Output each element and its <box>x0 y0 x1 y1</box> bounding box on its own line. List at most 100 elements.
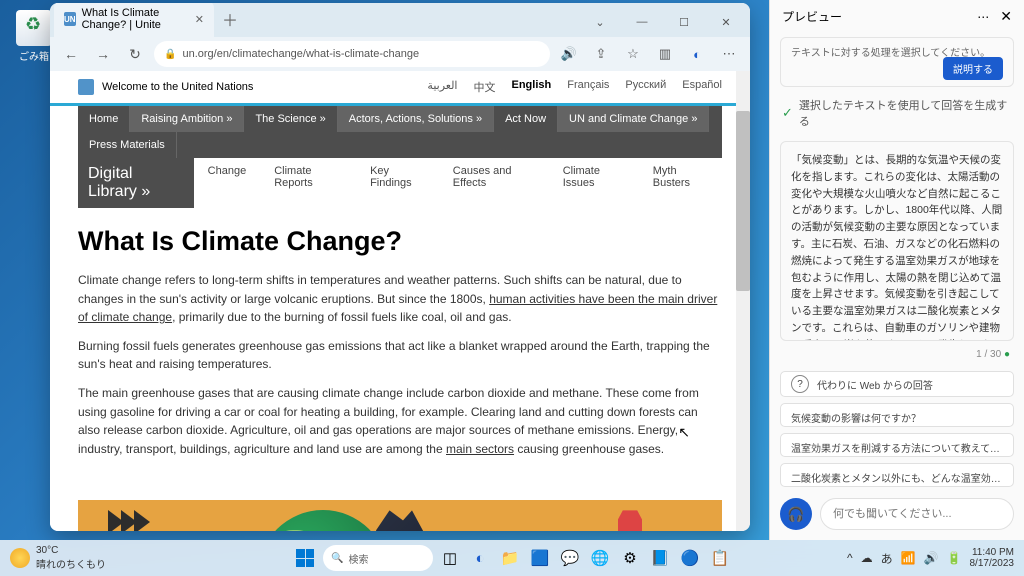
globe-icon <box>258 510 388 531</box>
nav-digital-library[interactable]: Digital Library » <box>78 158 194 208</box>
question-icon: ? <box>791 375 809 393</box>
window-close-button[interactable]: ✕ <box>706 7 746 37</box>
nav-refresh-button[interactable]: ↻ <box>122 41 148 67</box>
language-list: العربية 中文 English Français Русский Espa… <box>427 79 722 95</box>
suggest-3[interactable]: 二酸化炭素とメタン以外にも、どんな温室効果... <box>780 463 1014 487</box>
onedrive-icon[interactable]: ☁ <box>861 551 873 565</box>
browser-tab[interactable]: UN What Is Climate Change? | Unite ✕ <box>54 3 214 37</box>
copilot-panel: プレビュー ⋯ ✕ テキストに対する処理を選択してください。 説明する ✓ 選択… <box>769 0 1024 540</box>
copilot-more-icon[interactable]: ⋯ <box>977 10 990 24</box>
suggest-web[interactable]: ? 代わりに Web からの回答 <box>780 371 1014 397</box>
window-dropdown-icon[interactable]: ⌄ <box>580 7 620 37</box>
nav-raising[interactable]: Raising Ambition » <box>130 106 244 132</box>
lang-ar[interactable]: العربية <box>427 79 457 95</box>
recycle-bin-label: ごみ箱 <box>16 48 52 63</box>
nav-causes[interactable]: Causes and Effects <box>439 158 549 208</box>
collections-icon[interactable]: ▥ <box>652 41 678 67</box>
copilot-checkbox-row[interactable]: ✓ 選択したテキストを使用して回答を生成する <box>782 97 1012 129</box>
taskbar-search[interactable]: 🔍検索 <box>323 545 433 571</box>
nav-reports[interactable]: Climate Reports <box>260 158 356 208</box>
cursor-icon: ↖ <box>678 424 690 441</box>
nav-myth[interactable]: Myth Busters <box>639 158 722 208</box>
favorite-icon[interactable]: ☆ <box>620 41 646 67</box>
suggest-2[interactable]: 温室効果ガスを削減する方法について教えてく... <box>780 433 1014 457</box>
notice-text: テキストに対する処理を選択してください。 <box>791 48 990 59</box>
secondary-nav: Digital Library » Change Climate Reports… <box>78 158 722 208</box>
nav-back-button[interactable]: ← <box>58 41 84 67</box>
recycle-bin-icon <box>16 10 52 46</box>
gas-pump-icon <box>618 510 642 531</box>
app-icon-1[interactable]: 🟦 <box>527 545 553 571</box>
tab-close-icon[interactable]: ✕ <box>195 13 204 26</box>
article-p3: The main greenhouse gases that are causi… <box>78 384 722 458</box>
app-icon-3[interactable]: ⚙ <box>617 545 643 571</box>
taskbar-center: 🔍検索 ◫ ◐ 📁 🟦 💬 🌐 ⚙ 📘 🔵 📋 <box>291 544 733 572</box>
copilot-header: プレビュー ⋯ ✕ <box>770 0 1024 33</box>
start-button[interactable] <box>291 544 319 572</box>
url-field[interactable]: 🔒 un.org/en/climatechange/what-is-climat… <box>154 41 550 67</box>
app-icon-4[interactable]: 📘 <box>647 545 673 571</box>
clock-time: 11:40 PM <box>970 547 1015 559</box>
ime-icon[interactable]: あ <box>881 550 893 567</box>
menu-icon[interactable]: ⋯ <box>716 41 742 67</box>
copilot-close-icon[interactable]: ✕ <box>1000 8 1012 25</box>
volume-icon[interactable]: 🔊 <box>924 551 939 565</box>
link-main-sectors[interactable]: main sectors <box>446 442 514 456</box>
tray-chevron-icon[interactable]: ^ <box>847 551 853 565</box>
nav-act[interactable]: Act Now <box>494 106 558 132</box>
battery-icon[interactable]: 🔋 <box>947 551 962 565</box>
mic-icon[interactable]: 🎧 <box>780 498 812 530</box>
window-maximize-button[interactable]: ☐ <box>664 7 704 37</box>
article-heading: What Is Climate Change? <box>78 226 722 257</box>
nav-change[interactable]: Change <box>194 158 261 208</box>
address-bar: ← → ↻ 🔒 un.org/en/climatechange/what-is-… <box>50 37 750 71</box>
nav-press[interactable]: Press Materials <box>78 132 177 158</box>
check-icon: ✓ <box>782 105 793 121</box>
app-icon-5[interactable]: 📋 <box>707 545 733 571</box>
scrollbar[interactable] <box>736 71 750 531</box>
browser-window: UN What Is Climate Change? | Unite ✕ ＋ ⌄… <box>50 3 750 531</box>
copilot-input[interactable] <box>820 498 1014 530</box>
clock[interactable]: 11:40 PM 8/17/2023 <box>970 547 1015 570</box>
page-content: Welcome to the United Nations العربية 中文… <box>50 71 750 531</box>
nav-findings[interactable]: Key Findings <box>356 158 439 208</box>
wifi-icon[interactable]: 📶 <box>901 551 916 565</box>
window-minimize-button[interactable]: — <box>622 7 662 37</box>
read-aloud-icon[interactable]: 🔊 <box>556 41 582 67</box>
explain-button[interactable]: 説明する <box>943 57 1003 80</box>
recycle-bin[interactable]: ごみ箱 <box>16 10 52 63</box>
lang-es[interactable]: Español <box>682 79 722 95</box>
lang-zh[interactable]: 中文 <box>473 79 495 95</box>
task-view-icon[interactable]: ◫ <box>437 545 463 571</box>
tab-title: What Is Climate Change? | Unite <box>82 7 185 31</box>
favicon-icon: UN <box>64 12 76 26</box>
system-tray: ^ ☁ あ 📶 🔊 🔋 11:40 PM 8/17/2023 <box>847 547 1014 570</box>
nav-home[interactable]: Home <box>78 106 130 132</box>
edge-icon[interactable]: 🌐 <box>587 545 613 571</box>
un-logo-icon[interactable] <box>78 79 94 95</box>
lang-ru[interactable]: Русский <box>625 79 666 95</box>
tab-add-button[interactable]: ＋ <box>214 3 246 37</box>
copilot-pager: 1 / 30 ● <box>784 349 1010 360</box>
suggest-1[interactable]: 気候変動の影響は何ですか？ <box>780 403 1014 427</box>
article-p2: Burning fossil fuels generates greenhous… <box>78 337 722 374</box>
chrome-icon[interactable]: 🔵 <box>677 545 703 571</box>
app-icon-2[interactable]: 💬 <box>557 545 583 571</box>
lock-icon: 🔒 <box>164 49 176 60</box>
scrollbar-thumb[interactable] <box>736 111 750 291</box>
copilot-answer: 「気候変動」とは、長期的な気温や天候の変化を指します。これらの変化は、太陽活動の… <box>780 141 1014 341</box>
checkbox-label: 選択したテキストを使用して回答を生成する <box>799 97 1012 129</box>
arm-graphic <box>358 510 448 531</box>
lang-fr[interactable]: Français <box>567 79 609 95</box>
lang-en[interactable]: English <box>511 79 551 95</box>
share-icon[interactable]: ⇪ <box>588 41 614 67</box>
nav-issues[interactable]: Climate Issues <box>549 158 639 208</box>
weather-widget[interactable]: 30°C 晴れのちくもり <box>10 545 106 571</box>
nav-uncc[interactable]: UN and Climate Change » <box>558 106 709 132</box>
copilot-icon[interactable]: ◐ <box>684 41 710 67</box>
copilot-taskbar-icon[interactable]: ◐ <box>467 545 493 571</box>
nav-forward-button[interactable]: → <box>90 41 116 67</box>
explorer-icon[interactable]: 📁 <box>497 545 523 571</box>
nav-actors[interactable]: Actors, Actions, Solutions » <box>338 106 494 132</box>
nav-science[interactable]: The Science » <box>244 106 337 132</box>
